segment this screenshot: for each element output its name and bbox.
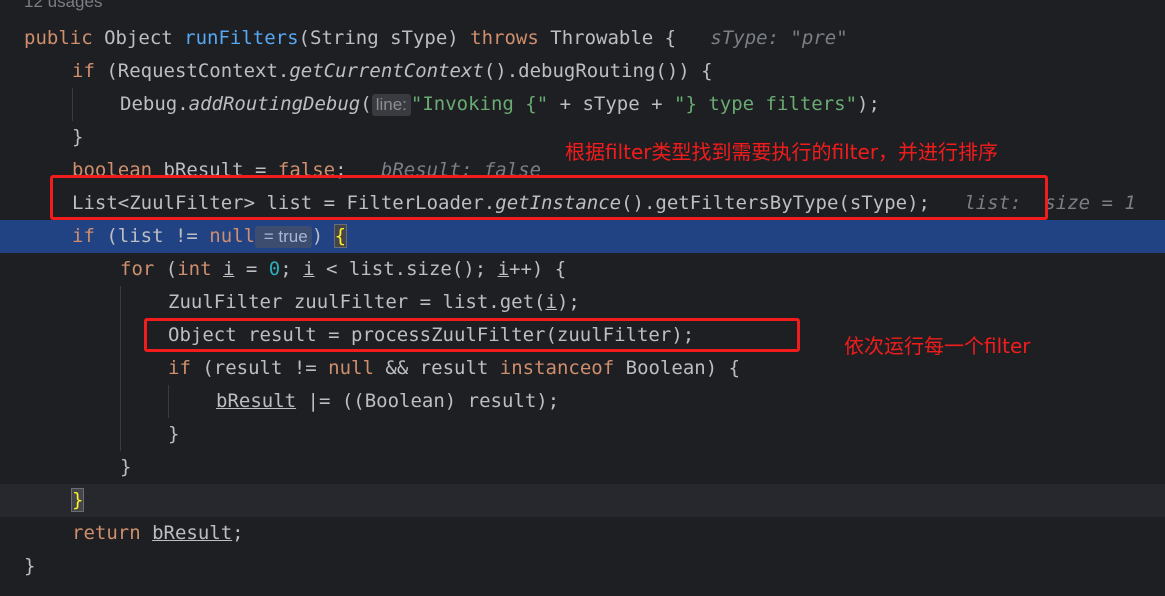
code-line[interactable]: Debug.addRoutingDebug(line: "Invoking {" …	[0, 88, 1165, 121]
code-line[interactable]: }	[0, 484, 1165, 517]
value-hint: = true	[255, 225, 312, 248]
code-token: + sType +	[548, 93, 674, 115]
code-token: int	[177, 258, 223, 280]
code-line-content: ZuulFilter zuulFilter = list.get(i);	[168, 286, 580, 319]
code-line[interactable]: public Object runFilters(String sType) t…	[0, 22, 1165, 55]
code-token: "} type filters"	[674, 93, 858, 115]
code-token: null	[209, 225, 256, 247]
code-token: ;	[280, 258, 304, 280]
code-line[interactable]: return bResult;	[0, 517, 1165, 550]
code-line-content: if (result != null && result instanceof …	[168, 352, 740, 385]
code-line-content: if (list != null = true) {	[72, 220, 348, 253]
code-token: Boolean) {	[625, 357, 741, 379]
code-token: addRoutingDebug	[188, 93, 361, 115]
code-token: }	[168, 423, 180, 445]
code-line[interactable]: }	[0, 451, 1165, 484]
code-token: =	[234, 258, 269, 280]
code-token: "Invoking {"	[410, 93, 549, 115]
code-token: (	[298, 27, 310, 49]
debug-value: sType: "pre"	[676, 27, 848, 49]
code-token: throws	[470, 27, 551, 49]
code-line[interactable]: }	[0, 550, 1165, 583]
code-token: |= ((Boolean) result);	[296, 390, 560, 412]
code-token: public	[24, 27, 105, 49]
code-token: {	[333, 224, 348, 248]
code-token: (result !=	[202, 357, 329, 379]
code-line-content: if (RequestContext.getCurrentContext().d…	[72, 55, 713, 88]
code-token: for	[120, 258, 166, 280]
code-token: return	[72, 522, 153, 544]
param-hint: line:	[371, 93, 411, 116]
code-line-content: Debug.addRoutingDebug(line: "Invoking {" …	[120, 88, 880, 121]
code-token: ;	[232, 522, 244, 544]
code-line[interactable]: if (RequestContext.getCurrentContext().d…	[0, 55, 1165, 88]
code-token: ZuulFilter zuulFilter = list.get(	[168, 291, 546, 313]
code-token: );	[556, 291, 580, 313]
code-token: )	[311, 225, 335, 247]
code-editor[interactable]: 12 usages public Object runFilters(Strin…	[0, 0, 1165, 596]
code-token: i	[303, 258, 315, 280]
code-token: ().debugRouting()) {	[483, 60, 713, 82]
code-token: bResult	[216, 390, 297, 412]
annotation-box-filters-line	[50, 175, 1048, 220]
code-token: 0	[268, 258, 281, 280]
indent-guide	[120, 286, 121, 451]
annotation-note-sort: 根据filter类型找到需要执行的filter，并进行排序	[565, 140, 999, 164]
code-token: }	[120, 456, 132, 478]
code-line[interactable]: for (int i = 0; i < list.size(); i++) {	[0, 253, 1165, 286]
code-token: ++) {	[509, 258, 567, 280]
code-token: runFilters	[184, 27, 299, 49]
code-token: {	[664, 27, 677, 49]
indent-guide	[72, 88, 73, 121]
execution-line[interactable]: if (list != null = true) {	[0, 220, 1165, 253]
code-token: (list !=	[106, 225, 210, 247]
code-token: );	[857, 93, 880, 115]
code-token: }	[24, 555, 36, 577]
code-line[interactable]: bResult |= ((Boolean) result);	[0, 385, 1165, 418]
code-token: String sType	[310, 27, 448, 49]
code-line-content: bResult |= ((Boolean) result);	[216, 385, 559, 418]
code-line-content: return bResult;	[72, 517, 244, 550]
code-token: }	[72, 126, 84, 148]
code-token: bResult	[152, 522, 233, 544]
code-line-content: }	[120, 451, 131, 484]
code-token: instanceof	[499, 357, 626, 379]
annotation-box-run-line	[144, 318, 800, 352]
code-token: (	[360, 93, 372, 115]
code-line[interactable]: ZuulFilter zuulFilter = list.get(i);	[0, 286, 1165, 319]
code-token: if	[72, 225, 107, 247]
code-token: Throwable	[550, 27, 665, 49]
code-token: (	[165, 258, 178, 280]
code-line[interactable]: }	[0, 418, 1165, 451]
code-token: getCurrentContext	[289, 60, 484, 82]
code-token: if	[72, 60, 107, 82]
code-token: && result	[373, 357, 500, 379]
code-token: null	[328, 357, 374, 379]
code-token: i	[497, 258, 510, 280]
code-token: i	[545, 291, 557, 313]
code-token: Debug.	[120, 93, 189, 115]
code-token: Object	[104, 27, 185, 49]
code-line-content: for (int i = 0; i < list.size(); i++) {	[120, 253, 566, 286]
code-line-content: }	[72, 121, 83, 154]
usages-hint[interactable]: 12 usages	[24, 0, 102, 12]
code-token: < list.size();	[314, 258, 498, 280]
code-token: )	[447, 27, 471, 49]
code-line-content: }	[168, 418, 179, 451]
code-line-content: }	[24, 550, 35, 583]
annotation-note-run: 依次运行每一个filter	[844, 334, 1031, 358]
indent-guide	[168, 385, 169, 418]
code-line-content: }	[70, 484, 85, 517]
code-token: (RequestContext.	[106, 60, 290, 82]
code-token: if	[168, 357, 203, 379]
code-line-content: public Object runFilters(String sType) t…	[24, 22, 848, 55]
code-token: i	[222, 258, 235, 280]
code-token: }	[70, 488, 85, 512]
